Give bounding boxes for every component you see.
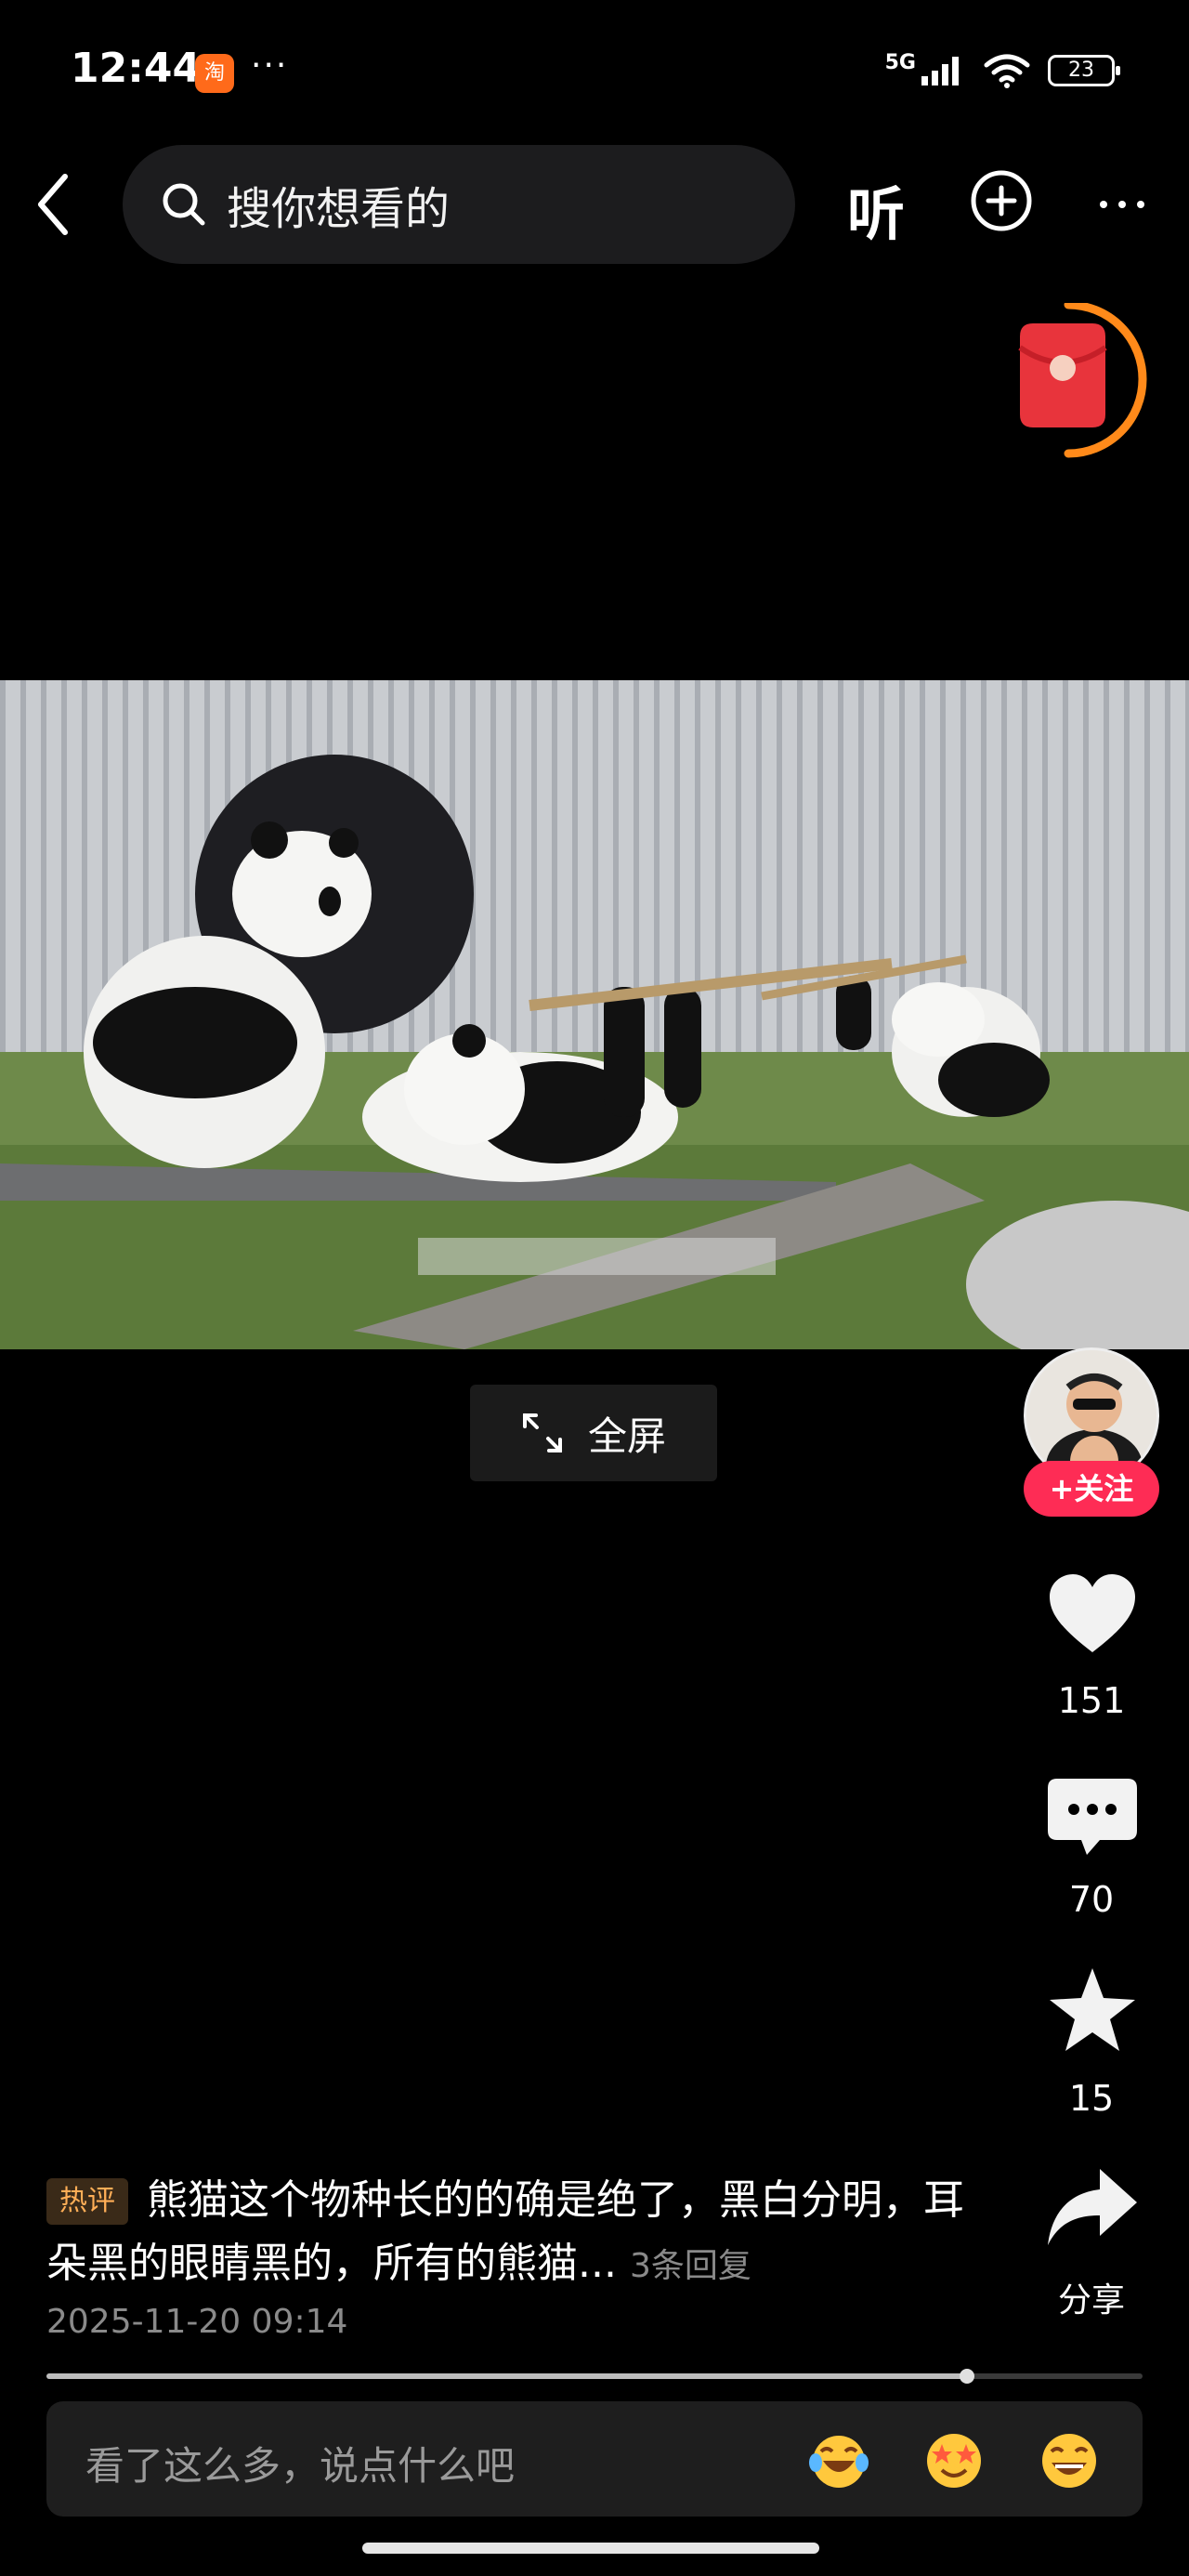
fullscreen-label: 全屏 [587, 1413, 666, 1459]
like-heart-icon[interactable] [1044, 1567, 1141, 1663]
more-icon[interactable] [1096, 186, 1148, 223]
reply-count-link[interactable]: 3条回复 [630, 2247, 751, 2285]
status-time: 12:44 [71, 45, 202, 92]
progress-fill [46, 2373, 968, 2379]
grinning-emoji-icon[interactable] [1037, 2427, 1102, 2492]
laughing-tears-emoji-icon[interactable] [806, 2427, 871, 2492]
comment-icon[interactable] [1044, 1769, 1141, 1866]
search-icon [163, 183, 205, 226]
more-notifications-icon: ··· [251, 46, 289, 85]
panda-video-frame [0, 680, 1189, 1349]
status-indicators: 5G 23 [884, 50, 1120, 89]
follow-button[interactable]: +关注 [1024, 1461, 1159, 1517]
search-placeholder: 搜你想看的 [227, 183, 451, 235]
hot-comment-tag: 热评 [46, 2178, 128, 2225]
like-count: 151 [1057, 1680, 1126, 1721]
fullscreen-button[interactable]: 全屏 [470, 1385, 717, 1481]
red-envelope-icon[interactable] [1013, 303, 1152, 461]
comment-date: 2025-11-20 09:14 [46, 2303, 348, 2341]
favorite-star-icon[interactable] [1044, 1963, 1141, 2059]
home-indicator[interactable] [362, 2543, 819, 2554]
add-icon[interactable] [968, 167, 1035, 234]
hot-comment-text: 熊猫这个物种长的的确是绝了，黑白分明，耳朵黑的眼睛黑的，所有的熊猫... [46, 2176, 964, 2287]
listen-button[interactable]: 听 [847, 167, 905, 251]
comment-input-placeholder: 看了这么多，说点什么吧 [85, 2443, 516, 2489]
hot-comment[interactable]: 熊猫这个物种长的的确是绝了，黑白分明，耳朵黑的眼睛黑的，所有的熊猫... 3条回… [46, 2169, 966, 2298]
share-label[interactable]: 分享 [1013, 2273, 1170, 2321]
wifi-icon [984, 54, 1030, 88]
expand-icon [522, 1413, 562, 1452]
share-arrow-icon[interactable] [1044, 2162, 1141, 2258]
search-bar[interactable]: 搜你想看的 [123, 145, 795, 264]
signal-icon [921, 57, 959, 85]
progress-handle[interactable] [960, 2369, 975, 2384]
favorite-count: 15 [1068, 2078, 1115, 2119]
video-player[interactable] [0, 680, 1189, 1349]
video-progress-bar[interactable] [46, 2373, 1143, 2379]
taobao-app-icon: 淘 [195, 54, 234, 93]
back-icon[interactable] [28, 169, 80, 240]
network-label: 5G [884, 50, 916, 74]
star-eyes-emoji-icon[interactable] [921, 2427, 986, 2492]
comment-count: 70 [1068, 1879, 1115, 1920]
battery-icon: 23 [1048, 55, 1120, 86]
